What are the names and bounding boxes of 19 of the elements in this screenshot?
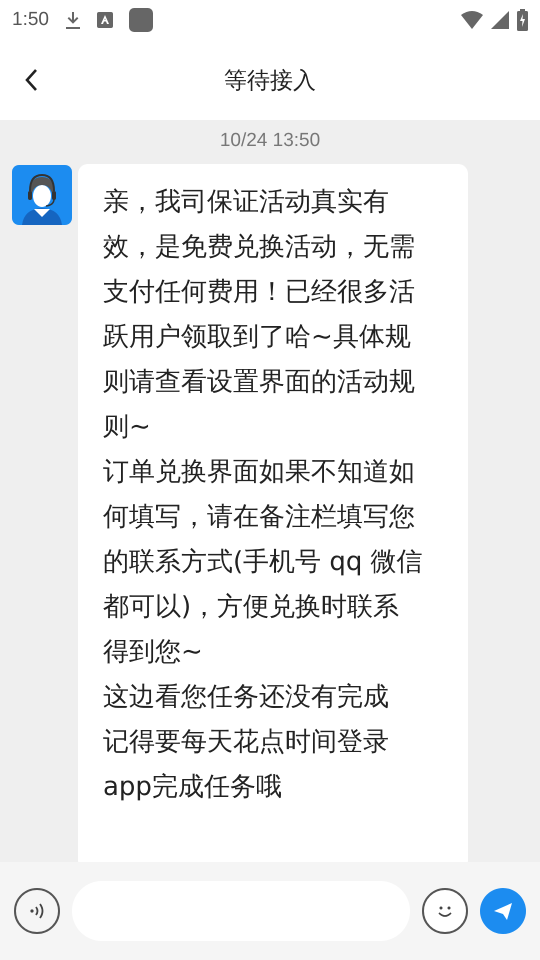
font-icon [96, 12, 113, 28]
wifi-icon [461, 11, 483, 29]
paper-plane-icon [492, 900, 514, 922]
app-square-icon [128, 8, 153, 32]
message-text: 订单兑换界面如果不知道如何填写，请在备注栏填写您的联系方式(手机号 qq 微信都可以)，方便兑换时联系得到您~ [103, 456, 423, 669]
back-icon [24, 68, 38, 92]
message-text: 记得要每天花点时间登录app完成任务哦 [103, 726, 390, 804]
page-title: 等待接入 [224, 66, 316, 96]
battery-icon [517, 9, 528, 31]
agent-avatar-icon [12, 165, 72, 225]
send-button[interactable] [480, 888, 526, 934]
status-time: 1:50 [12, 9, 49, 31]
download-icon [64, 10, 81, 30]
message-text: 这边看您任务还没有完成 [103, 681, 390, 714]
emoji-button[interactable] [422, 888, 468, 934]
message-timestamp: 10/24 13:50 [220, 130, 320, 152]
message-text: 亲，我司保证活动真实有效，是免费兑换活动，无需支付任何费用！已经很多活跃用户领取到了哈~具体规则请查看设置界面的活动规则~ [103, 186, 416, 444]
signal-icon [491, 11, 509, 29]
voice-button[interactable] [14, 888, 60, 934]
